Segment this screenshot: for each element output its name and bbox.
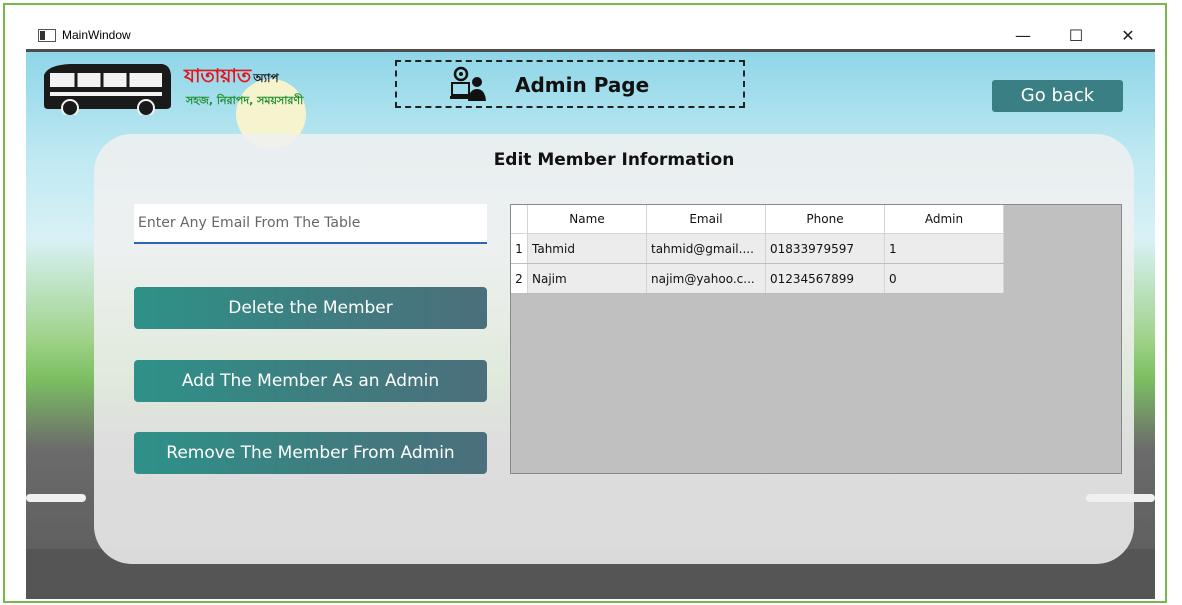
email-input[interactable] (134, 204, 487, 244)
app-logo-name: যাতায়াত (184, 65, 252, 87)
table-row[interactable]: 1 Tahmid tahmid@gmail.... 01833979597 1 (511, 233, 1004, 264)
cell-name[interactable]: Najim (527, 263, 647, 294)
cell-name[interactable]: Tahmid (527, 233, 647, 264)
column-header-phone[interactable]: Phone (765, 205, 885, 234)
add-admin-button[interactable]: Add The Member As an Admin (134, 360, 487, 402)
column-header-admin[interactable]: Admin (884, 205, 1004, 234)
table-corner[interactable] (511, 205, 528, 234)
page-title: Admin Page (515, 73, 650, 97)
window-title: MainWindow (62, 28, 131, 42)
column-header-email[interactable]: Email (646, 205, 766, 234)
delete-member-button[interactable]: Delete the Member (134, 287, 487, 329)
minimize-button[interactable]: — (1003, 23, 1043, 49)
cell-email[interactable]: tahmid@gmail.... (646, 233, 766, 264)
column-header-name[interactable]: Name (527, 205, 647, 234)
app-logo-tagline: সহজ, নিরাপদ, সময়সারণী (186, 94, 304, 107)
panel-title: Edit Member Information (493, 150, 735, 170)
road-line (26, 494, 86, 502)
maximize-button[interactable]: ☐ (1056, 23, 1096, 49)
cell-admin[interactable]: 0 (884, 263, 1004, 294)
cell-phone[interactable]: 01234567899 (765, 263, 885, 294)
edit-member-panel: Edit Member Information Delete the Membe… (94, 134, 1134, 564)
row-number[interactable]: 2 (511, 263, 528, 294)
table-header-row: Name Email Phone Admin (511, 205, 1004, 234)
members-table[interactable]: Name Email Phone Admin 1 Tahmid tahmid@g… (510, 204, 1122, 474)
app-logo-suffix: অ্যাপ (253, 71, 279, 85)
admin-page-header: Admin Page (395, 60, 745, 108)
app-logo-title: যাতায়াত অ্যাপ (184, 62, 279, 94)
table-row[interactable]: 2 Najim najim@yahoo.c... 01234567899 0 (511, 263, 1004, 294)
row-number[interactable]: 1 (511, 233, 528, 264)
cell-phone[interactable]: 01833979597 (765, 233, 885, 264)
window-app-icon (38, 29, 56, 42)
bus-logo-icon (44, 64, 171, 115)
remove-admin-button[interactable]: Remove The Member From Admin (134, 432, 487, 474)
window-titlebar[interactable]: MainWindow — ☐ ✕ (26, 23, 1155, 49)
close-button[interactable]: ✕ (1108, 23, 1148, 49)
go-back-button[interactable]: Go back (992, 80, 1123, 112)
cell-email[interactable]: najim@yahoo.c... (646, 263, 766, 294)
main-window-content: যাতায়াত অ্যাপ সহজ, নিরাপদ, সময়সারণী Adm… (26, 49, 1155, 599)
cell-admin[interactable]: 1 (884, 233, 1004, 264)
admin-gear-user-icon (450, 66, 486, 101)
